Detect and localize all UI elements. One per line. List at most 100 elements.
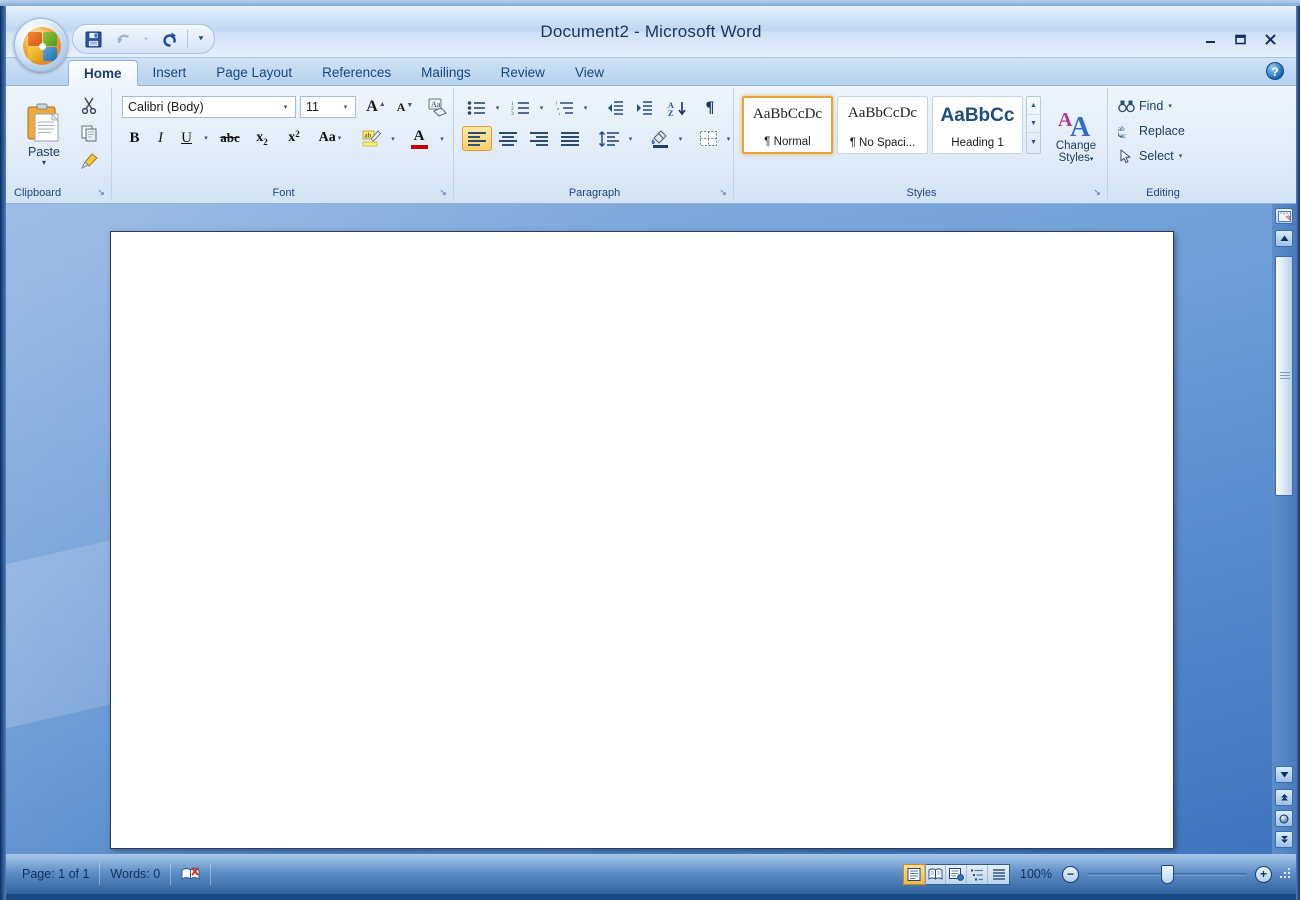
zoom-slider[interactable]: [1087, 864, 1247, 884]
tab-home[interactable]: Home: [68, 60, 138, 86]
bold-button[interactable]: B: [122, 126, 147, 150]
highlight-dropdown-icon[interactable]: ▾: [386, 126, 400, 151]
zoom-slider-thumb[interactable]: [1161, 864, 1174, 884]
close-button[interactable]: [1257, 28, 1284, 50]
draft-view-button[interactable]: [988, 865, 1009, 884]
undo-dropdown-icon[interactable]: ▾: [141, 27, 151, 51]
styles-more-icon[interactable]: ▼: [1027, 133, 1040, 151]
tab-mailings[interactable]: Mailings: [406, 60, 486, 86]
style-normal[interactable]: AaBbCcDc ¶ Normal: [742, 96, 833, 154]
numbering-button[interactable]: 123: [506, 96, 534, 120]
find-button[interactable]: Find ▾: [1114, 94, 1210, 118]
tab-page-layout[interactable]: Page Layout: [201, 60, 307, 86]
borders-dropdown-icon[interactable]: ▾: [722, 126, 735, 151]
scroll-down-button[interactable]: [1275, 766, 1293, 783]
change-case-button[interactable]: Aa ▾: [311, 126, 349, 150]
font-color-dropdown-icon[interactable]: ▾: [435, 126, 449, 151]
style-no-spacing[interactable]: AaBbCcDc ¶ No Spaci...: [837, 96, 928, 154]
zoom-in-button[interactable]: +: [1255, 865, 1272, 883]
bullets-dropdown-icon[interactable]: ▾: [491, 96, 504, 120]
tab-insert[interactable]: Insert: [138, 60, 202, 86]
maximize-button[interactable]: [1227, 28, 1254, 50]
grow-font-button[interactable]: A ▲: [362, 96, 390, 118]
view-ruler-icon[interactable]: [1275, 208, 1293, 224]
clear-formatting-button[interactable]: Aa: [424, 94, 451, 120]
help-icon[interactable]: ?: [1266, 62, 1284, 80]
scroll-up-button[interactable]: [1275, 230, 1293, 247]
font-color-button[interactable]: A: [404, 126, 434, 151]
shading-button[interactable]: [646, 126, 674, 151]
web-layout-view-button[interactable]: [946, 864, 968, 884]
undo-icon[interactable]: [111, 27, 135, 51]
italic-button[interactable]: I: [148, 126, 173, 150]
vertical-scrollbar[interactable]: [1272, 204, 1296, 854]
minimize-button[interactable]: [1197, 28, 1224, 50]
page-indicator[interactable]: Page: 1 of 1: [12, 863, 101, 885]
proofing-status-icon[interactable]: [171, 863, 212, 885]
line-spacing-dropdown-icon[interactable]: ▾: [624, 126, 637, 151]
copy-button[interactable]: [76, 120, 102, 146]
redo-icon[interactable]: [157, 27, 181, 51]
strikethrough-button[interactable]: abc: [215, 126, 245, 150]
save-icon[interactable]: [81, 27, 105, 51]
multilevel-list-button[interactable]: 1ai: [550, 96, 578, 120]
tab-references[interactable]: References: [307, 60, 406, 86]
select-browse-object-button[interactable]: [1275, 810, 1293, 827]
styles-dialog-launcher[interactable]: ↘: [1091, 186, 1103, 198]
shading-dropdown-icon[interactable]: ▾: [674, 126, 687, 151]
previous-page-button[interactable]: [1275, 789, 1293, 806]
paste-dropdown-arrow[interactable]: ▾: [42, 158, 46, 167]
shrink-font-button[interactable]: A ▼: [391, 96, 419, 118]
align-right-button[interactable]: [524, 126, 554, 151]
font-name-dropdown-icon[interactable]: ▾: [278, 97, 293, 117]
group-label-font: Font: [272, 187, 295, 199]
replace-label: Replace: [1139, 124, 1185, 138]
style-heading-1[interactable]: AaBbCс Heading 1: [932, 96, 1023, 154]
change-styles-button[interactable]: A A Change Styles▾: [1048, 92, 1104, 176]
find-dropdown-icon[interactable]: ▾: [1168, 102, 1172, 110]
decrease-indent-button[interactable]: [600, 96, 628, 120]
paragraph-dialog-launcher[interactable]: ↘: [717, 186, 729, 198]
zoom-out-button[interactable]: −: [1062, 865, 1079, 883]
document-page[interactable]: [110, 231, 1174, 849]
customize-qat-icon[interactable]: ⯆: [194, 27, 208, 51]
align-left-button[interactable]: [462, 126, 492, 151]
office-button[interactable]: [14, 18, 68, 72]
full-screen-reading-view-button[interactable]: [925, 864, 947, 884]
font-dialog-launcher[interactable]: ↘: [437, 186, 449, 198]
styles-scroll-up-icon[interactable]: ▲: [1027, 97, 1040, 115]
select-dropdown-icon[interactable]: ▾: [1179, 152, 1183, 160]
underline-button[interactable]: U: [174, 126, 199, 150]
formatting-marks-button[interactable]: ¶: [696, 96, 724, 120]
scrollbar-thumb[interactable]: [1275, 256, 1293, 496]
next-page-button[interactable]: [1275, 831, 1293, 848]
paste-button[interactable]: Paste ▾: [16, 92, 72, 174]
superscript-button[interactable]: x 2: [279, 126, 309, 150]
borders-button[interactable]: [694, 126, 722, 151]
resize-grip[interactable]: [1278, 867, 1292, 881]
print-layout-view-button[interactable]: [903, 863, 927, 885]
bullets-button[interactable]: [462, 96, 490, 120]
font-size-dropdown-icon[interactable]: ▾: [338, 97, 353, 117]
tab-view[interactable]: View: [560, 60, 619, 86]
line-spacing-button[interactable]: [593, 126, 625, 151]
select-button[interactable]: Select ▾: [1114, 144, 1210, 168]
word-count[interactable]: Words: 0: [100, 863, 172, 885]
zoom-percentage[interactable]: 100%: [1010, 867, 1062, 881]
multilevel-dropdown-icon[interactable]: ▾: [579, 96, 592, 120]
tab-review[interactable]: Review: [486, 60, 560, 86]
clipboard-dialog-launcher[interactable]: ↘: [95, 186, 107, 198]
align-center-button[interactable]: [493, 126, 523, 151]
sort-button[interactable]: A Z: [663, 96, 691, 120]
justify-button[interactable]: [555, 126, 585, 151]
highlight-button[interactable]: ab: [357, 126, 385, 151]
outline-view-button[interactable]: [967, 864, 989, 884]
subscript-button[interactable]: x 2: [247, 126, 277, 150]
increase-indent-button[interactable]: [629, 96, 657, 120]
underline-dropdown-icon[interactable]: ▾: [199, 126, 213, 150]
format-painter-button[interactable]: [76, 148, 102, 174]
replace-button[interactable]: ab ac Replace: [1114, 119, 1210, 143]
styles-scroll-down-icon[interactable]: ▼: [1027, 115, 1040, 133]
cut-button[interactable]: [76, 92, 102, 118]
numbering-dropdown-icon[interactable]: ▾: [535, 96, 548, 120]
